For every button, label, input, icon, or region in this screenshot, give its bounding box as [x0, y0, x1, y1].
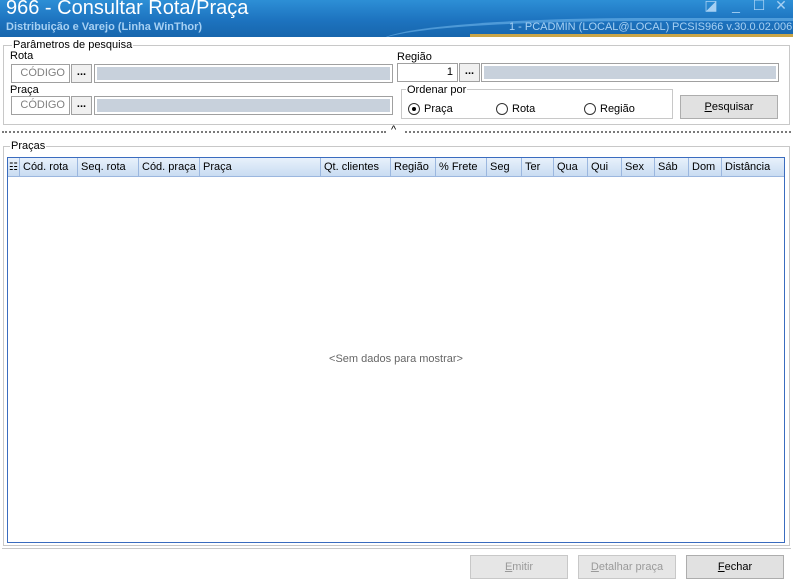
- column-qua[interactable]: Qua: [554, 158, 588, 177]
- column-dom[interactable]: Dom: [689, 158, 722, 177]
- window-title: 966 - Consultar Rota/Praça: [6, 0, 249, 19]
- grid-empty-message: <Sem dados para mostrar>: [329, 353, 463, 365]
- regiao-label: Região: [397, 51, 432, 63]
- column-regiao[interactable]: Região: [391, 158, 436, 177]
- collapse-caret-icon[interactable]: ^: [391, 124, 396, 136]
- grid-header: ☷ Cód. rota Seq. rota Cód. praça Praça Q…: [8, 158, 784, 177]
- title-accent-line: [470, 34, 793, 37]
- column-distancia[interactable]: Distância: [722, 158, 784, 177]
- column-cod-rota[interactable]: Cód. rota: [20, 158, 78, 177]
- fechar-button[interactable]: Fechar: [686, 555, 784, 579]
- close-button[interactable]: ✕: [773, 0, 789, 14]
- detalhar-praca-button[interactable]: Detalhar praça: [578, 555, 676, 579]
- search-params-group: Parâmetros de pesquisa Rota CÓDIGO ... P…: [3, 39, 790, 125]
- column-seq-rota[interactable]: Seq. rota: [78, 158, 139, 177]
- order-radio-regiao-label: Região: [600, 103, 635, 115]
- regiao-description-field: [481, 63, 779, 82]
- rota-lookup-button[interactable]: ...: [71, 64, 92, 83]
- praca-lookup-button[interactable]: ...: [71, 96, 92, 115]
- window-subtitle: Distribuição e Varejo (Linha WinThor): [6, 21, 203, 33]
- order-radio-regiao[interactable]: Região: [584, 103, 635, 115]
- order-radio-praca[interactable]: Praça: [408, 103, 453, 115]
- column-qui[interactable]: Qui: [588, 158, 622, 177]
- column-frete[interactable]: % Frete: [436, 158, 487, 177]
- pracas-grid[interactable]: ☷ Cód. rota Seq. rota Cód. praça Praça Q…: [7, 157, 785, 543]
- order-radio-rota[interactable]: Rota: [496, 103, 535, 115]
- panel-splitter[interactable]: ^: [2, 124, 791, 136]
- radio-unselected-icon: [584, 103, 596, 115]
- praca-code-input[interactable]: CÓDIGO: [11, 96, 70, 115]
- minimize-button[interactable]: _: [728, 0, 744, 13]
- maximize-button[interactable]: ☐: [751, 0, 767, 14]
- regiao-lookup-button[interactable]: ...: [459, 63, 480, 82]
- column-praca[interactable]: Praça: [200, 158, 321, 177]
- column-chooser-icon[interactable]: ☷: [8, 158, 20, 177]
- rota-code-input[interactable]: CÓDIGO: [11, 64, 70, 83]
- rota-label: Rota: [10, 50, 34, 62]
- order-radio-praca-label: Praça: [424, 103, 453, 115]
- column-qt-clientes[interactable]: Qt. clientes: [321, 158, 391, 177]
- column-sex[interactable]: Sex: [622, 158, 655, 177]
- version-info: PCSIS966 v.30.0.02.006: [672, 21, 793, 33]
- regiao-code-input[interactable]: 1: [397, 63, 458, 82]
- radio-selected-icon: [408, 103, 420, 115]
- order-radio-rota-label: Rota: [512, 103, 536, 115]
- pracas-group-title: Praças: [10, 140, 47, 152]
- column-ter[interactable]: Ter: [522, 158, 554, 177]
- emitir-button[interactable]: Emitir: [470, 555, 568, 579]
- radio-unselected-icon: [496, 103, 508, 115]
- order-by-group: Ordenar por Praça Rota Região: [401, 84, 673, 119]
- user-info: 1 - PCADMIN (LOCAL@LOCAL): [509, 21, 670, 33]
- praca-label: Praça: [10, 84, 39, 96]
- footer-bar: Emitir Detalhar praça Fechar: [2, 548, 791, 581]
- column-sab[interactable]: Sáb: [655, 158, 689, 177]
- restore-layout-icon[interactable]: ◪: [703, 0, 719, 14]
- search-button[interactable]: Pesquisar: [680, 95, 778, 119]
- order-by-title: Ordenar por: [406, 84, 468, 96]
- column-seg[interactable]: Seg: [487, 158, 522, 177]
- title-bar: 966 - Consultar Rota/Praça Distribuição …: [0, 0, 793, 37]
- praca-description-field: [94, 96, 393, 115]
- rota-description-field: [94, 64, 393, 83]
- column-cod-praca[interactable]: Cód. praça: [139, 158, 200, 177]
